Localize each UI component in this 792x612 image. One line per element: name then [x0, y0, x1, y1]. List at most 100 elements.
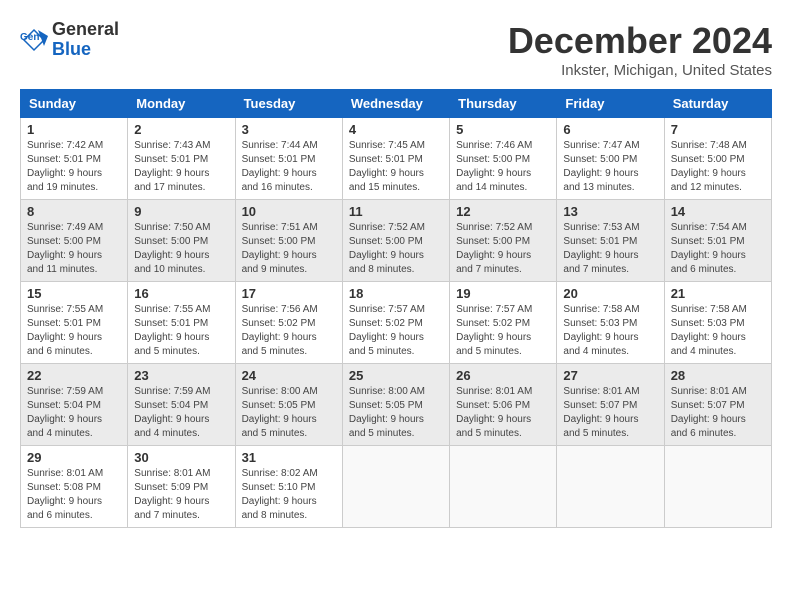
- day-info: Sunrise: 7:51 AMSunset: 5:00 PMDaylight:…: [242, 221, 336, 277]
- logo: Gen General Blue: [20, 20, 119, 60]
- calendar-cell: 21 Sunrise: 7:58 AMSunset: 5:03 PMDayligh…: [664, 282, 771, 364]
- month-title: December 2024: [508, 20, 772, 62]
- location: Inkster, Michigan, United States: [508, 62, 772, 79]
- calendar-cell: 10 Sunrise: 7:51 AMSunset: 5:00 PMDayligh…: [235, 200, 342, 282]
- day-number: 16: [134, 286, 228, 301]
- calendar-cell: [664, 446, 771, 528]
- calendar-week-row: 15Sunrise: 7:55 AMSunset: 5:01 PMDayligh…: [21, 282, 772, 364]
- calendar-cell: 11 Sunrise: 7:52 AMSunset: 5:00 PMDayligh…: [342, 200, 449, 282]
- day-info: Sunrise: 7:50 AMSunset: 5:00 PMDaylight:…: [134, 221, 228, 277]
- day-info: Sunrise: 8:00 AMSunset: 5:05 PMDaylight:…: [349, 385, 443, 441]
- day-number: 17: [242, 286, 336, 301]
- day-number: 2: [134, 122, 228, 137]
- day-info: Sunrise: 7:49 AMSunset: 5:00 PMDaylight:…: [27, 221, 121, 277]
- day-number: 30: [134, 450, 228, 465]
- calendar-cell: 19 Sunrise: 7:57 AMSunset: 5:02 PMDayligh…: [450, 282, 557, 364]
- day-number: 22: [27, 368, 121, 383]
- day-info: Sunrise: 7:44 AMSunset: 5:01 PMDaylight:…: [242, 139, 336, 195]
- day-number: 26: [456, 368, 550, 383]
- day-number: 21: [671, 286, 765, 301]
- calendar-cell: 17 Sunrise: 7:56 AMSunset: 5:02 PMDayligh…: [235, 282, 342, 364]
- day-number: 8: [27, 204, 121, 219]
- logo-line1: General: [52, 20, 119, 40]
- calendar-cell: 26Sunrise: 8:01 AMSunset: 5:06 PMDayligh…: [450, 364, 557, 446]
- day-number: 14: [671, 204, 765, 219]
- day-number: 19: [456, 286, 550, 301]
- calendar-week-row: 22 Sunrise: 7:59 AMSunset: 5:04 PMDayligh…: [21, 364, 772, 446]
- column-header-sunday: Sunday: [21, 90, 128, 118]
- calendar-cell: 13Sunrise: 7:53 AMSunset: 5:01 PMDayligh…: [557, 200, 664, 282]
- day-info: Sunrise: 8:00 AMSunset: 5:05 PMDaylight:…: [242, 385, 336, 441]
- day-number: 6: [563, 122, 657, 137]
- calendar-cell: 2 Sunrise: 7:43 AMSunset: 5:01 PMDaylight…: [128, 118, 235, 200]
- day-number: 3: [242, 122, 336, 137]
- day-info: Sunrise: 8:01 AMSunset: 5:07 PMDaylight:…: [563, 385, 657, 441]
- column-header-monday: Monday: [128, 90, 235, 118]
- calendar-table: SundayMondayTuesdayWednesdayThursdayFrid…: [20, 89, 772, 528]
- day-number: 23: [134, 368, 228, 383]
- calendar-week-row: 8 Sunrise: 7:49 AMSunset: 5:00 PMDaylight…: [21, 200, 772, 282]
- day-info: Sunrise: 7:57 AMSunset: 5:02 PMDaylight:…: [349, 303, 443, 359]
- day-info: Sunrise: 7:57 AMSunset: 5:02 PMDaylight:…: [456, 303, 550, 359]
- day-info: Sunrise: 8:01 AMSunset: 5:09 PMDaylight:…: [134, 467, 228, 523]
- calendar-cell: 27 Sunrise: 8:01 AMSunset: 5:07 PMDayligh…: [557, 364, 664, 446]
- calendar-cell: 31Sunrise: 8:02 AMSunset: 5:10 PMDayligh…: [235, 446, 342, 528]
- day-number: 25: [349, 368, 443, 383]
- day-number: 18: [349, 286, 443, 301]
- calendar-header-row: SundayMondayTuesdayWednesdayThursdayFrid…: [21, 90, 772, 118]
- day-info: Sunrise: 7:58 AMSunset: 5:03 PMDaylight:…: [671, 303, 765, 359]
- day-info: Sunrise: 7:52 AMSunset: 5:00 PMDaylight:…: [456, 221, 550, 277]
- day-number: 24: [242, 368, 336, 383]
- day-number: 28: [671, 368, 765, 383]
- day-info: Sunrise: 7:45 AMSunset: 5:01 PMDaylight:…: [349, 139, 443, 195]
- day-info: Sunrise: 7:48 AMSunset: 5:00 PMDaylight:…: [671, 139, 765, 195]
- page-header: Gen General Blue December 2024 Inkster, …: [20, 20, 772, 79]
- day-info: Sunrise: 7:47 AMSunset: 5:00 PMDaylight:…: [563, 139, 657, 195]
- calendar-cell: 22 Sunrise: 7:59 AMSunset: 5:04 PMDayligh…: [21, 364, 128, 446]
- day-info: Sunrise: 7:42 AMSunset: 5:01 PMDaylight:…: [27, 139, 121, 195]
- calendar-cell: [342, 446, 449, 528]
- calendar-cell: 14 Sunrise: 7:54 AMSunset: 5:01 PMDayligh…: [664, 200, 771, 282]
- day-info: Sunrise: 7:43 AMSunset: 5:01 PMDaylight:…: [134, 139, 228, 195]
- column-header-saturday: Saturday: [664, 90, 771, 118]
- day-number: 12: [456, 204, 550, 219]
- calendar-cell: [450, 446, 557, 528]
- day-number: 9: [134, 204, 228, 219]
- logo-line2: Blue: [52, 40, 119, 60]
- day-info: Sunrise: 7:54 AMSunset: 5:01 PMDaylight:…: [671, 221, 765, 277]
- day-number: 10: [242, 204, 336, 219]
- day-info: Sunrise: 7:52 AMSunset: 5:00 PMDaylight:…: [349, 221, 443, 277]
- calendar-cell: 5Sunrise: 7:46 AMSunset: 5:00 PMDaylight…: [450, 118, 557, 200]
- day-info: Sunrise: 7:56 AMSunset: 5:02 PMDaylight:…: [242, 303, 336, 359]
- day-info: Sunrise: 7:59 AMSunset: 5:04 PMDaylight:…: [27, 385, 121, 441]
- calendar-cell: 8 Sunrise: 7:49 AMSunset: 5:00 PMDaylight…: [21, 200, 128, 282]
- column-header-thursday: Thursday: [450, 90, 557, 118]
- calendar-cell: 20 Sunrise: 7:58 AMSunset: 5:03 PMDayligh…: [557, 282, 664, 364]
- day-info: Sunrise: 7:59 AMSunset: 5:04 PMDaylight:…: [134, 385, 228, 441]
- day-info: Sunrise: 7:53 AMSunset: 5:01 PMDaylight:…: [563, 221, 657, 277]
- day-info: Sunrise: 8:02 AMSunset: 5:10 PMDaylight:…: [242, 467, 336, 523]
- calendar-cell: 7 Sunrise: 7:48 AMSunset: 5:00 PMDaylight…: [664, 118, 771, 200]
- column-header-wednesday: Wednesday: [342, 90, 449, 118]
- day-info: Sunrise: 7:46 AMSunset: 5:00 PMDaylight:…: [456, 139, 550, 195]
- calendar-cell: 4 Sunrise: 7:45 AMSunset: 5:01 PMDaylight…: [342, 118, 449, 200]
- calendar-cell: 28 Sunrise: 8:01 AMSunset: 5:07 PMDayligh…: [664, 364, 771, 446]
- day-number: 4: [349, 122, 443, 137]
- calendar-cell: 1 Sunrise: 7:42 AMSunset: 5:01 PMDaylight…: [21, 118, 128, 200]
- calendar-cell: 30 Sunrise: 8:01 AMSunset: 5:09 PMDayligh…: [128, 446, 235, 528]
- day-info: Sunrise: 8:01 AMSunset: 5:08 PMDaylight:…: [27, 467, 121, 523]
- calendar-cell: 6 Sunrise: 7:47 AMSunset: 5:00 PMDaylight…: [557, 118, 664, 200]
- day-number: 11: [349, 204, 443, 219]
- title-block: December 2024 Inkster, Michigan, United …: [508, 20, 772, 79]
- day-number: 27: [563, 368, 657, 383]
- day-info: Sunrise: 7:58 AMSunset: 5:03 PMDaylight:…: [563, 303, 657, 359]
- day-number: 7: [671, 122, 765, 137]
- day-number: 1: [27, 122, 121, 137]
- day-info: Sunrise: 8:01 AMSunset: 5:07 PMDaylight:…: [671, 385, 765, 441]
- calendar-cell: [557, 446, 664, 528]
- day-number: 20: [563, 286, 657, 301]
- column-header-friday: Friday: [557, 90, 664, 118]
- day-info: Sunrise: 7:55 AMSunset: 5:01 PMDaylight:…: [134, 303, 228, 359]
- calendar-cell: 25 Sunrise: 8:00 AMSunset: 5:05 PMDayligh…: [342, 364, 449, 446]
- day-info: Sunrise: 7:55 AMSunset: 5:01 PMDaylight:…: [27, 303, 121, 359]
